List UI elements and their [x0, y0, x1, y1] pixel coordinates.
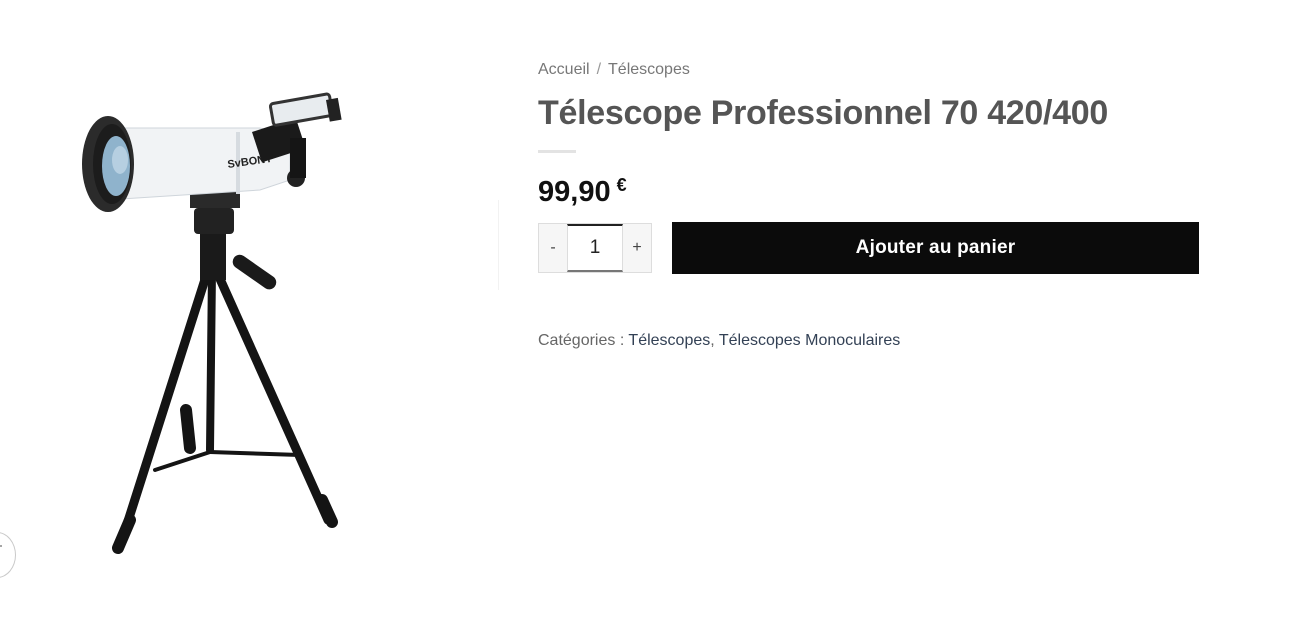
breadcrumb-separator: / — [596, 61, 602, 78]
expand-icon — [0, 545, 2, 547]
product-price: 99,90 € — [538, 167, 1200, 210]
price-currency: € — [616, 175, 627, 195]
category-link-telescopes[interactable]: Télescopes — [628, 332, 710, 349]
title-divider — [538, 150, 576, 153]
category-separator: , — [710, 332, 715, 349]
quantity-input[interactable] — [567, 224, 623, 272]
product-image[interactable]: SvBONY — [60, 80, 360, 560]
breadcrumb-category-link[interactable]: Télescopes — [608, 61, 690, 78]
product-title: Télescope Professionnel 70 420/400 — [538, 94, 1108, 132]
quantity-increase-button[interactable]: + — [623, 224, 651, 272]
categories-label: Catégories : — [538, 332, 625, 349]
telescope-image: SvBONY — [82, 92, 342, 554]
product-page: SvBONY Accueil / Télescopes Télescope Prof… — [0, 0, 1296, 626]
product-categories: Catégories : Télescopes, Télescopes Mono… — [538, 330, 1200, 352]
quantity-stepper: - + — [538, 223, 652, 273]
category-link-telescopes-monoculaires[interactable]: Télescopes Monoculaires — [719, 332, 900, 349]
breadcrumb-home-link[interactable]: Accueil — [538, 61, 590, 78]
add-to-cart-form: - + Ajouter au panier — [538, 222, 1200, 274]
column-divider — [498, 200, 499, 290]
price-amount: 99,90 — [538, 176, 611, 208]
product-summary: Accueil / Télescopes Télescope Professionn… — [538, 58, 1200, 352]
add-to-cart-button[interactable]: Ajouter au panier — [672, 222, 1199, 274]
breadcrumb: Accueil / Télescopes — [538, 58, 1200, 82]
zoom-button[interactable] — [0, 532, 16, 578]
quantity-decrease-button[interactable]: - — [539, 224, 567, 272]
